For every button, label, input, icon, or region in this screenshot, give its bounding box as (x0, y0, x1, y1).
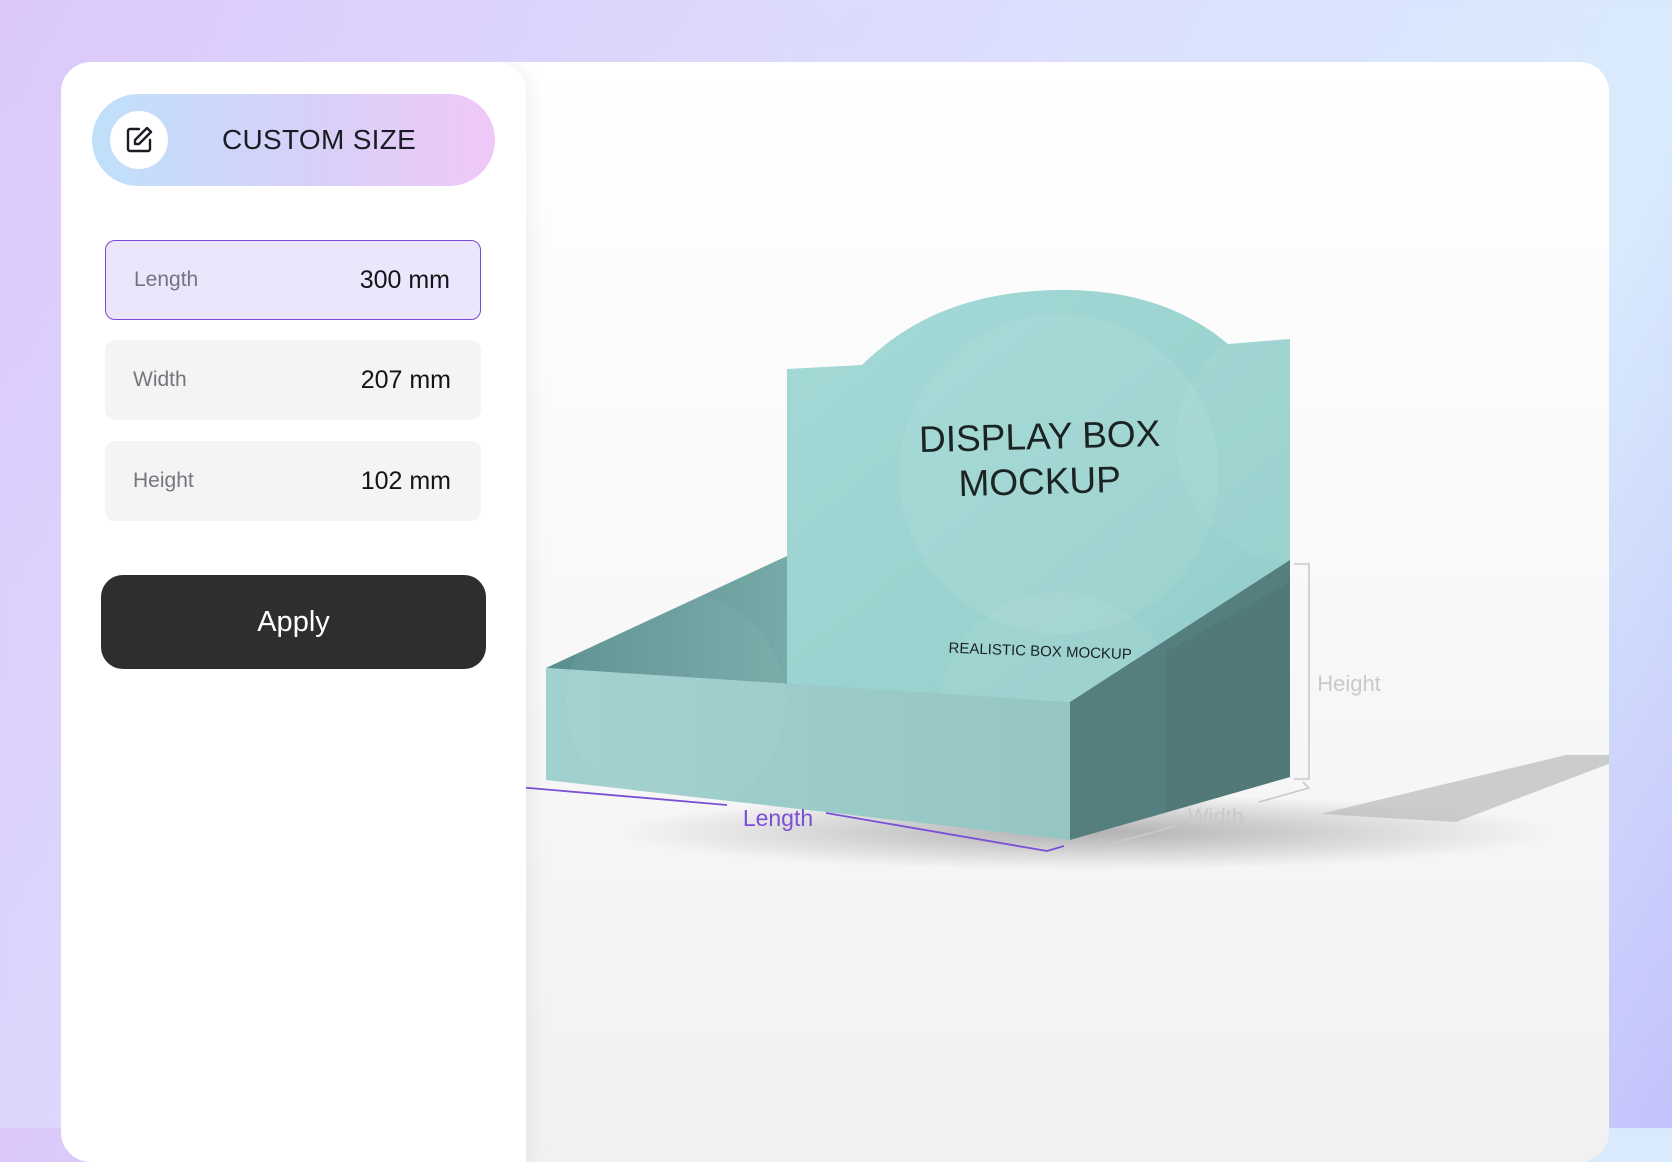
height-label: Height (133, 469, 194, 492)
front-panel-pattern (566, 592, 786, 812)
length-guide-label: Length (743, 805, 813, 831)
box-title-line-2: MOCKUP (958, 459, 1121, 504)
custom-size-mode-button[interactable]: CUSTOM SIZE (92, 94, 495, 186)
height-value: 102 mm (360, 466, 451, 495)
box-preview: DISPLAY BOX MOCKUP REALISTIC BOX MOCKUP … (526, 290, 1609, 870)
preview-stage: DISPLAY BOX MOCKUP REALISTIC BOX MOCKUP … (526, 62, 1609, 1162)
height-field[interactable]: Height 102 mm (105, 441, 481, 521)
length-field[interactable]: Length 300 mm (105, 240, 481, 320)
apply-button[interactable]: Apply (101, 575, 486, 669)
height-guide-label: Height (1317, 671, 1381, 696)
edit-icon (110, 111, 168, 169)
mode-label: CUSTOM SIZE (222, 124, 417, 155)
width-guide-label: Width (1188, 804, 1244, 829)
length-label: Length (134, 268, 199, 291)
width-label: Width (133, 368, 187, 391)
app-frame: CUSTOM SIZE Length 300 mm Width 207 mm H… (61, 62, 1609, 1162)
box-side-shadow (1320, 755, 1609, 822)
height-guide-line (1294, 563, 1310, 780)
width-value: 207 mm (360, 365, 451, 394)
back-panel-pattern-2 (1176, 322, 1416, 562)
box-title-line-1: DISPLAY BOX (919, 413, 1161, 460)
length-value: 300 mm (359, 265, 450, 294)
width-field[interactable]: Width 207 mm (105, 340, 481, 420)
size-sidebar: CUSTOM SIZE Length 300 mm Width 207 mm H… (61, 62, 526, 1162)
